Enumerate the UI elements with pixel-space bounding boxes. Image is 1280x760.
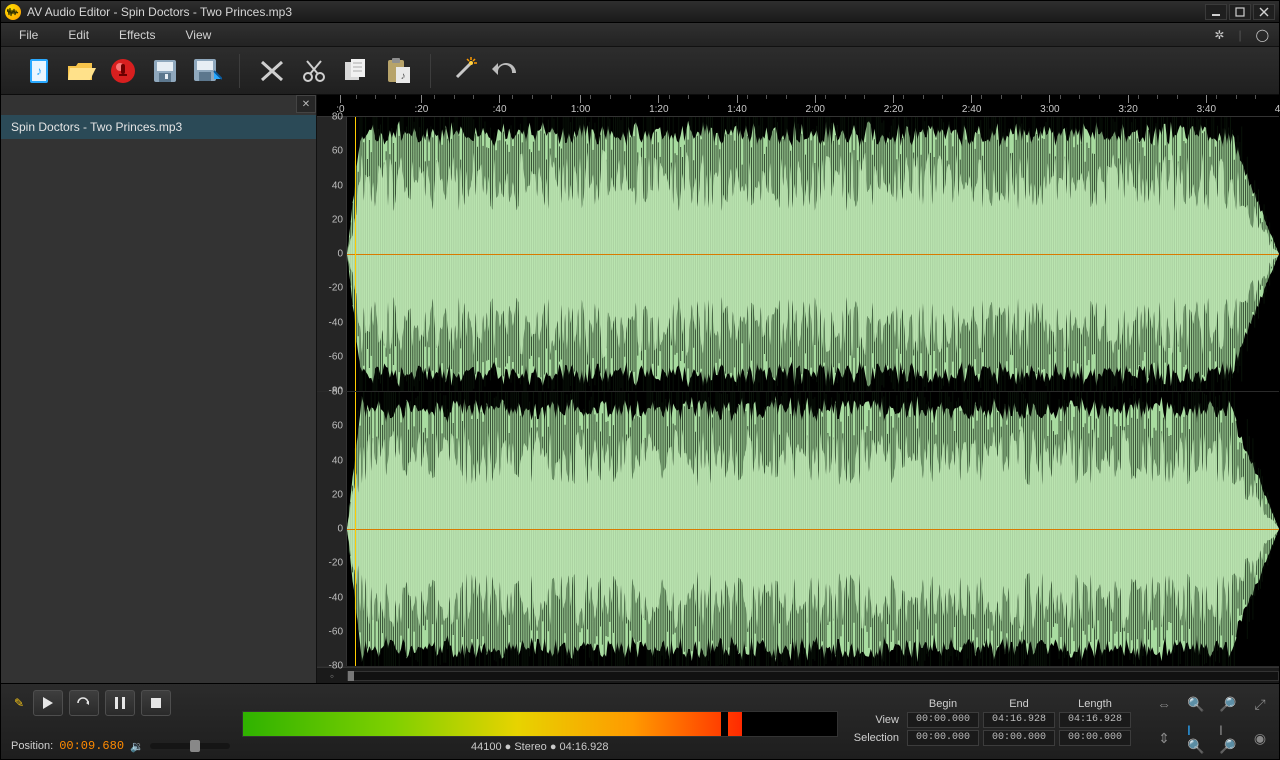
- close-button[interactable]: [1253, 4, 1275, 20]
- playhead-cursor[interactable]: [355, 117, 356, 391]
- cut-button[interactable]: [256, 55, 288, 87]
- zoom-reset-button[interactable]: ◉: [1251, 730, 1269, 748]
- view-end[interactable]: 04:16.928: [983, 712, 1055, 728]
- col-end: End: [983, 698, 1055, 710]
- save-button[interactable]: [149, 55, 181, 87]
- waveform-channels: 806040200-20-40-60-80 806040200-20-40-60…: [317, 117, 1279, 667]
- app-logo-icon: [5, 4, 21, 20]
- menu-edit[interactable]: Edit: [68, 28, 89, 42]
- waveform-channel-left[interactable]: 806040200-20-40-60-80: [317, 117, 1279, 392]
- volume-slider[interactable]: [150, 743, 230, 749]
- file-list-item[interactable]: Spin Doctors - Two Princes.mp3: [1, 115, 316, 139]
- menu-bar: File Edit Effects View ✲ | ◯: [1, 23, 1279, 47]
- main-toolbar: ♪: [1, 47, 1279, 95]
- refresh-icon[interactable]: ◯: [1256, 28, 1269, 42]
- svg-text:♪: ♪: [36, 64, 42, 78]
- overview-handle[interactable]: [348, 671, 354, 681]
- view-length[interactable]: 04:16.928: [1059, 712, 1131, 728]
- level-meter-gap: [721, 712, 728, 736]
- zoom-fit-h-button[interactable]: ⇔: [1155, 695, 1173, 713]
- file-list: Spin Doctors - Two Princes.mp3: [1, 115, 316, 683]
- overview-track[interactable]: [347, 671, 1279, 681]
- playhead-cursor[interactable]: [355, 392, 356, 666]
- selection-end[interactable]: 00:00.000: [983, 730, 1055, 746]
- minimize-button[interactable]: [1205, 4, 1227, 20]
- paste-button[interactable]: ♪: [382, 55, 414, 87]
- amplitude-scale: 806040200-20-40-60-80: [317, 392, 347, 666]
- menu-view[interactable]: View: [186, 28, 212, 42]
- overview-scrollbar[interactable]: ◦: [317, 667, 1279, 683]
- col-length: Length: [1059, 698, 1131, 710]
- zoom-selection-button[interactable]: ⤢: [1251, 695, 1269, 713]
- channel-mode: Stereo: [514, 741, 546, 753]
- row-view-label: View: [854, 712, 903, 728]
- time-ruler[interactable]: :0:20:401:001:201:402:002:202:403:003:20…: [317, 95, 1279, 117]
- settings-icon[interactable]: ✲: [1214, 28, 1224, 42]
- pause-button[interactable]: [105, 690, 135, 716]
- stop-button[interactable]: [141, 690, 171, 716]
- view-begin[interactable]: 00:00.000: [907, 712, 979, 728]
- window-title: AV Audio Editor - Spin Doctors - Two Pri…: [27, 5, 1205, 19]
- zoom-out-h-button[interactable]: 🔎: [1219, 695, 1237, 713]
- new-file-button[interactable]: ♪: [23, 55, 55, 87]
- sidebar-close-tab[interactable]: ✕: [296, 95, 316, 113]
- copy-button[interactable]: [340, 55, 372, 87]
- meter-info: 44100 ● Stereo ● 04:16.928: [242, 741, 838, 753]
- record-button[interactable]: [107, 55, 139, 87]
- zero-line: [347, 254, 1279, 255]
- menu-effects[interactable]: Effects: [119, 28, 155, 42]
- file-sidebar: ✕ Spin Doctors - Two Princes.mp3: [1, 95, 317, 683]
- position-label: Position:: [11, 740, 53, 752]
- maximize-button[interactable]: [1229, 4, 1251, 20]
- undo-button[interactable]: [489, 55, 521, 87]
- speaker-icon[interactable]: 🔉: [130, 740, 144, 753]
- toolbar-divider: [239, 54, 240, 88]
- waveform-canvas[interactable]: [347, 392, 1279, 666]
- level-meter: [242, 711, 838, 737]
- waveform-area: :0:20:401:001:201:402:002:202:403:003:20…: [317, 95, 1279, 683]
- scissors-button[interactable]: [298, 55, 330, 87]
- zoom-controls: ⇔ 🔍 🔎 ⤢ ⇕ I🔍 I🔎 ◉: [1147, 690, 1269, 753]
- col-begin: Begin: [907, 698, 979, 710]
- zoom-fit-v-button[interactable]: ⇕: [1155, 730, 1173, 748]
- svg-text:♪: ♪: [401, 71, 406, 82]
- row-selection-label: Selection: [854, 730, 903, 746]
- play-button[interactable]: [33, 690, 63, 716]
- waveform-canvas[interactable]: [347, 117, 1279, 391]
- effects-wand-button[interactable]: [447, 55, 479, 87]
- save-as-button[interactable]: [191, 55, 223, 87]
- selection-begin[interactable]: 00:00.000: [907, 730, 979, 746]
- volume-thumb[interactable]: [190, 740, 200, 752]
- zero-line: [347, 529, 1279, 530]
- selection-length[interactable]: 00:00.000: [1059, 730, 1131, 746]
- level-meter-fill: [243, 712, 742, 736]
- selection-readouts: Begin End Length View 00:00.000 04:16.92…: [850, 690, 1135, 753]
- separator-icon: |: [1238, 28, 1241, 42]
- waveform-channel-right[interactable]: 806040200-20-40-60-80: [317, 392, 1279, 667]
- total-length: 04:16.928: [560, 741, 609, 753]
- menu-file[interactable]: File: [19, 28, 38, 42]
- loop-button[interactable]: [69, 690, 99, 716]
- position-value: 00:09.680: [59, 739, 124, 753]
- title-bar: AV Audio Editor - Spin Doctors - Two Pri…: [1, 1, 1279, 23]
- toolbar-divider: [430, 54, 431, 88]
- zoom-in-h-button[interactable]: 🔍: [1187, 695, 1205, 713]
- open-file-button[interactable]: [65, 55, 97, 87]
- edit-marker-icon[interactable]: ✎: [11, 695, 27, 711]
- zoom-out-v-button[interactable]: I🔎: [1219, 730, 1237, 748]
- transport-bar: ✎ Position: 00:09.680 🔉 44100 ● S: [1, 683, 1279, 759]
- app-window: AV Audio Editor - Spin Doctors - Two Pri…: [0, 0, 1280, 760]
- zoom-in-v-button[interactable]: I🔍: [1187, 730, 1205, 748]
- sample-rate: 44100: [471, 741, 502, 753]
- amplitude-scale: 806040200-20-40-60-80: [317, 117, 347, 391]
